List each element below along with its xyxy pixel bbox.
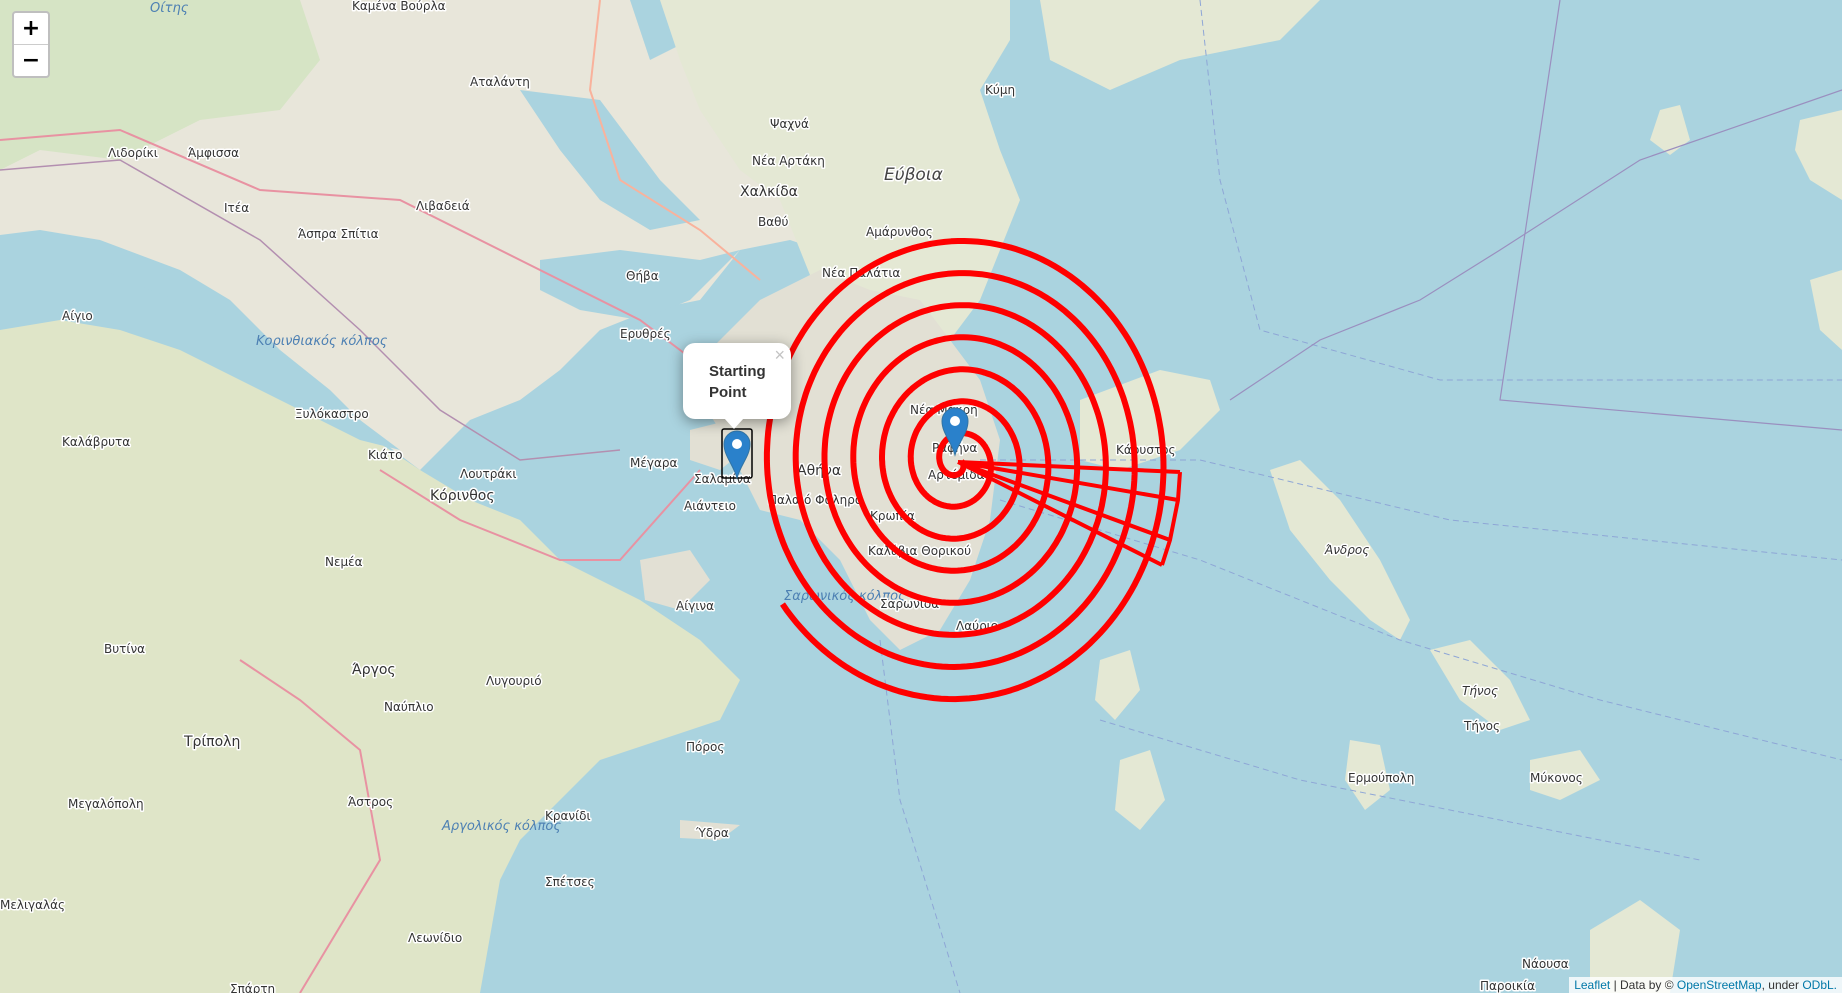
place-megalopoli: Μεγαλόπολη [68,797,144,811]
place-erythres: Ερυθρές [620,327,671,341]
place-ermoupoli: Ερμούπολη [1348,771,1414,785]
place-sparti: Σπάρτη [230,982,275,993]
place-palaio-faliro: Παλαιό Φάληρο [768,493,862,507]
basemap[interactable]: Καμένα Βούρλα Οίτης Αταλάντη Λιδορίκι Άμ… [0,0,1842,993]
place-tinos: Τήνος [1463,719,1500,733]
place-kamena-vourla: Καμένα Βούρλα [352,0,446,13]
place-oitis: Οίτης [150,1,189,16]
place-astros: Άστρος [348,795,393,809]
popup-tip [724,418,744,429]
place-megara: Μέγαρα [630,456,677,470]
place-amarynthos: Αμάρυνθος [866,225,933,239]
place-vytina: Βυτίνα [104,642,145,656]
map[interactable]: Καμένα Βούρλα Οίτης Αταλάντη Λιδορίκι Άμ… [0,0,1842,993]
place-spetses: Σπέτσες [545,875,595,889]
place-thiva: Θήβα [626,269,659,283]
place-tripoli: Τρίπολη [183,734,240,750]
attribution-under: , under [1761,978,1803,992]
zoom-in-button[interactable]: + [14,13,48,45]
place-psachna: Ψαχνά [770,117,809,131]
start-popup: Starting Point × [683,343,791,419]
place-nafplio: Ναύπλιο [384,700,434,714]
attribution: Leaflet | Data by © OpenStreetMap, under… [1569,977,1842,993]
place-loutraki: Λουτράκι [460,467,516,481]
place-poros: Πόρος [686,740,724,754]
place-korinthiakos: Κορινθιακός κόλπος [256,334,388,349]
place-argolikos: Αργολικός κόλπος [441,819,561,834]
place-ydra: Ύδρα [695,826,729,840]
place-livadeia: Λιβαδειά [416,199,470,213]
center-marker-dot [950,416,960,426]
place-athina: Αθήνα [797,463,841,479]
place-lidoriki: Λιδορίκι [108,146,158,160]
place-aigio: Αίγιο [62,309,93,323]
place-kymi: Κύμη [985,83,1015,97]
place-nemea: Νεμέα [325,555,363,569]
start-marker-dot [732,439,742,449]
popup-close-button[interactable]: × [774,345,785,366]
odbl-link[interactable]: ODbL. [1802,978,1837,992]
attribution-separator: | Data by © [1610,978,1677,992]
place-mykonos: Μύκονος [1530,771,1583,785]
place-itea: Ιτέα [224,201,249,215]
place-korinthos: Κόρινθος [430,488,495,504]
place-aianteio: Αιάντειο [684,499,736,513]
place-andros: Άνδρος [1324,543,1369,557]
place-kalyvia: Καλύβια Θορικού [868,544,971,558]
place-aigina: Αίγινα [676,599,714,613]
leaflet-link[interactable]: Leaflet [1574,978,1610,992]
place-naousa: Νάουσα [1522,957,1569,971]
place-atalanti: Αταλάντη [470,75,530,89]
place-leonidio: Λεωνίδιο [408,931,462,945]
place-nea-artaki: Νέα Αρτάκη [752,154,825,168]
place-xylokastro: Ξυλόκαστρο [295,407,369,421]
place-kiato: Κιάτο [368,448,402,462]
place-meligalas: Μελιγαλάς [0,898,65,912]
zoom-out-button[interactable]: − [14,45,48,76]
place-amfissa: Άμφισσα [188,146,239,160]
zoom-control: + − [12,11,50,78]
place-vathy: Βαθύ [758,215,788,229]
place-tinos-region: Τήνος [1462,684,1498,698]
place-argos: Άργος [352,662,396,678]
place-karystos: Κάρυστος [1116,443,1176,457]
place-paroikia: Παροικία [1480,979,1535,993]
place-chalkida: Χαλκίδα [740,184,798,200]
place-lygourio: Λυγουριό [486,674,542,688]
place-kalavryta: Καλάβρυτα [62,435,130,449]
place-aspra-spitia: Άσπρα Σπίτια [298,227,379,241]
popup-text: Starting Point [709,363,766,401]
place-evia: Εύβοια [884,165,943,185]
osm-link[interactable]: OpenStreetMap [1677,978,1762,992]
